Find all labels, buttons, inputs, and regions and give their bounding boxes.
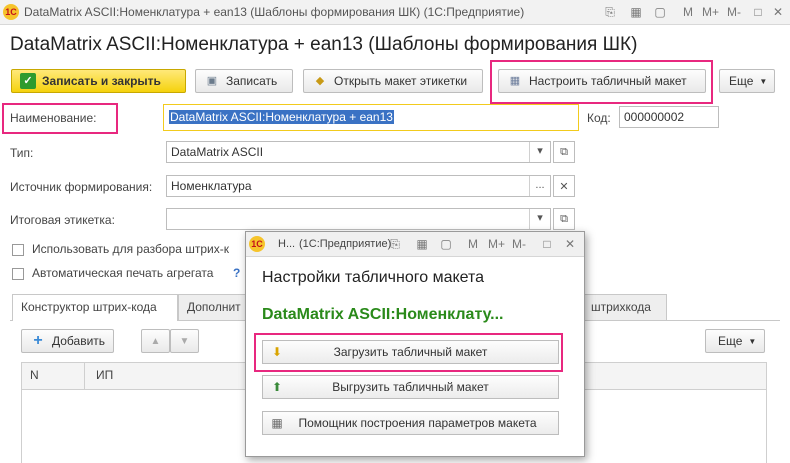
save-button[interactable]: ▣ Записать: [195, 69, 293, 93]
maximize-icon[interactable]: □: [750, 4, 766, 20]
export-table-template-label: Выгрузить табличный макет: [332, 380, 489, 394]
open-final-label-button[interactable]: ⧉: [553, 208, 575, 230]
table-more-label: Еще: [718, 334, 743, 348]
calendar-icon[interactable]: ▢: [652, 4, 668, 20]
memory-mplus-icon[interactable]: M+: [702, 4, 719, 20]
save-and-close-button[interactable]: ✓ Записать и закрыть: [11, 69, 186, 93]
calculator-icon[interactable]: ▦: [414, 236, 430, 252]
final-label-label: Итоговая этикетка:: [10, 213, 115, 227]
type-select[interactable]: DataMatrix ASCII ▾: [166, 141, 551, 163]
arrow-up-icon: ▲: [150, 335, 161, 347]
ellipsis-select-icon[interactable]: ...: [529, 176, 550, 196]
column-header-n[interactable]: N: [30, 368, 39, 382]
clear-source-button[interactable]: ✕: [553, 175, 575, 197]
highlight-load-button: [254, 333, 563, 372]
label-tag-icon: ◆: [315, 75, 325, 87]
add-button[interactable]: + Добавить: [21, 329, 114, 353]
type-select-value: DataMatrix ASCII: [171, 145, 264, 159]
checkmark-icon: ✓: [20, 73, 36, 89]
plus-icon: +: [33, 332, 43, 349]
window-titlebar: 1С DataMatrix ASCII:Номенклатура + ean13…: [0, 0, 790, 25]
app-logo-icon: 1С: [3, 4, 19, 20]
floppy-disk-icon: ▣: [206, 75, 218, 87]
print-icon[interactable]: ⎘: [387, 236, 403, 252]
memory-m-icon[interactable]: M: [680, 4, 696, 20]
calculator-icon[interactable]: ▦: [628, 4, 644, 20]
code-input-value: 000000002: [624, 110, 685, 124]
open-link-icon: ⧉: [560, 212, 568, 225]
memory-mplus-icon[interactable]: M+: [488, 236, 505, 252]
dialog-title-app: (1С:Предприятие): [299, 238, 392, 250]
table-more-button[interactable]: Еще ▼: [705, 329, 765, 353]
memory-m-icon[interactable]: M: [465, 236, 481, 252]
column-header-ip[interactable]: ИП: [96, 368, 113, 382]
wizard-icon: ▦: [271, 416, 283, 430]
export-table-template-button[interactable]: ⬆ Выгрузить табличный макет: [262, 375, 559, 399]
open-type-button[interactable]: ⧉: [553, 141, 575, 163]
close-icon[interactable]: ✕: [562, 236, 578, 252]
auto-print-checkbox[interactable]: [12, 268, 24, 280]
help-icon[interactable]: ?: [233, 266, 240, 280]
dialog-titlebar: 1С Н... (1С:Предприятие) ⎘ ▦ ▢ M M+ M- □…: [246, 232, 584, 257]
template-parameters-assistant-button[interactable]: ▦ Помощник построения параметров макета: [262, 411, 559, 435]
column-divider: [84, 362, 85, 390]
open-label-template-label: Открыть макет этикетки: [334, 74, 468, 88]
dropdown-arrow-icon[interactable]: ▾: [529, 209, 550, 229]
source-input[interactable]: Номенклатура ...: [166, 175, 551, 197]
final-label-select[interactable]: ▾: [166, 208, 551, 230]
close-icon[interactable]: ✕: [770, 4, 786, 20]
dropdown-arrow-icon: ▼: [748, 336, 757, 346]
name-input[interactable]: DataMatrix ASCII:Номенклатура + ean13: [163, 104, 579, 131]
more-label: Еще: [729, 74, 754, 88]
clear-icon: ✕: [559, 180, 569, 193]
template-parameters-assistant-label: Помощник построения параметров макета: [298, 416, 537, 430]
save-and-close-label: Записать и закрыть: [42, 74, 161, 88]
move-up-button[interactable]: ▲: [141, 329, 170, 353]
dialog-template-name: DataMatrix ASCII:Номенклату...: [262, 306, 504, 323]
add-label: Добавить: [52, 334, 106, 348]
highlight-configure-button: [490, 60, 713, 104]
name-label: Наименование:: [10, 111, 97, 125]
tab-barcode-constructor[interactable]: Конструктор штрих-кода: [12, 294, 178, 321]
arrow-down-icon: ▼: [179, 335, 190, 347]
auto-print-label: Автоматическая печать агрегата: [32, 266, 214, 280]
name-input-value: DataMatrix ASCII:Номенклатура + ean13: [169, 110, 394, 124]
more-button[interactable]: Еще ▼: [719, 69, 775, 93]
code-input[interactable]: 000000002: [619, 106, 719, 128]
dialog-heading: Настройки табличного макета: [262, 269, 485, 286]
print-icon[interactable]: ⎘: [602, 4, 618, 20]
dropdown-arrow-icon: ▼: [759, 76, 768, 86]
memory-mminus-icon[interactable]: M-: [511, 236, 527, 252]
maximize-icon[interactable]: □: [539, 236, 555, 252]
use-for-parsing-checkbox[interactable]: [12, 244, 24, 256]
window-title: DataMatrix ASCII:Номенклатура + ean13 (Ш…: [24, 5, 525, 19]
source-label: Источник формирования:: [10, 180, 153, 194]
table-template-settings-dialog: 1С Н... (1С:Предприятие) ⎘ ▦ ▢ M M+ M- □…: [245, 231, 585, 457]
open-label-template-button[interactable]: ◆ Открыть макет этикетки: [303, 69, 483, 93]
page-title: DataMatrix ASCII:Номенклатура + ean13 (Ш…: [10, 34, 638, 55]
save-label: Записать: [226, 74, 278, 88]
dropdown-arrow-icon[interactable]: ▾: [529, 142, 550, 162]
calendar-icon[interactable]: ▢: [438, 236, 454, 252]
tab-additional[interactable]: Дополнит: [178, 294, 248, 320]
memory-mminus-icon[interactable]: M-: [726, 4, 742, 20]
upload-icon: ⬆: [271, 380, 283, 394]
dialog-title-prefix: Н...: [278, 238, 296, 250]
move-down-button[interactable]: ▼: [170, 329, 199, 353]
tab-barcode[interactable]: штрихкода: [584, 294, 667, 320]
app-logo-icon: 1С: [249, 236, 265, 252]
source-input-value: Номенклатура: [171, 179, 252, 193]
use-for-parsing-label: Использовать для разбора штрих-к: [32, 242, 229, 256]
open-link-icon: ⧉: [560, 145, 568, 158]
type-label: Тип:: [10, 146, 34, 160]
code-label: Код:: [587, 111, 611, 125]
